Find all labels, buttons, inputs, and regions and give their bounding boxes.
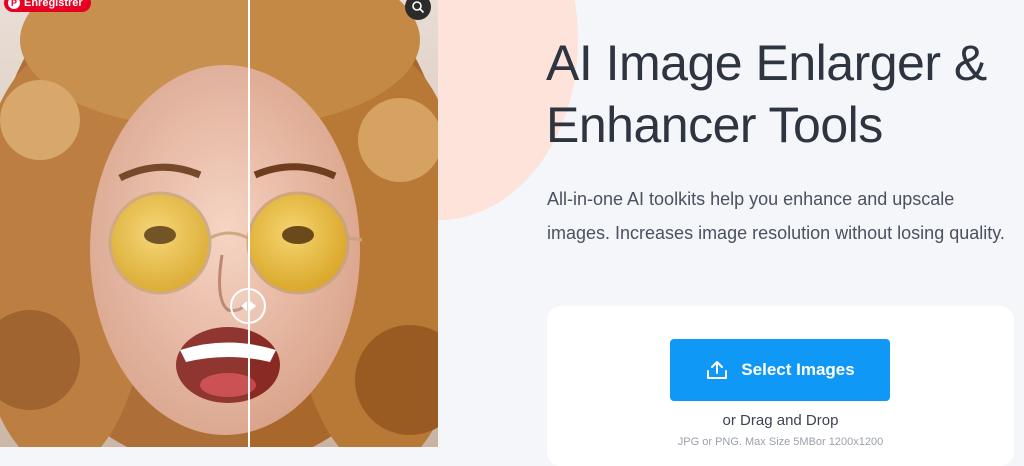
upload-card: Select Images or Drag and Drop JPG or PN… — [547, 306, 1014, 466]
portrait-image — [0, 0, 438, 447]
arrow-right-icon — [249, 301, 256, 311]
arrow-left-icon — [240, 301, 247, 311]
before-after-compare[interactable]: P Enregistrer — [0, 0, 438, 447]
pinterest-save-label: Enregistrer — [24, 0, 83, 9]
page-subtitle: All-in-one AI toolkits help you enhance … — [547, 189, 1005, 243]
compare-divider — [248, 0, 250, 447]
drag-drop-text: or Drag and Drop — [722, 412, 839, 429]
pinterest-save-button[interactable]: P Enregistrer — [4, 0, 91, 12]
pinterest-icon: P — [8, 0, 20, 9]
select-images-label: Select Images — [741, 360, 855, 379]
page-title: AI Image Enlarger & Enhancer Tools — [546, 35, 987, 153]
select-images-button[interactable]: Select Images — [670, 339, 890, 401]
format-hint: JPG or PNG. Max Size 5MBor 1200x1200 — [677, 436, 884, 448]
search-icon — [412, 1, 425, 14]
upload-icon — [707, 361, 728, 379]
compare-slider-handle[interactable] — [230, 288, 266, 324]
